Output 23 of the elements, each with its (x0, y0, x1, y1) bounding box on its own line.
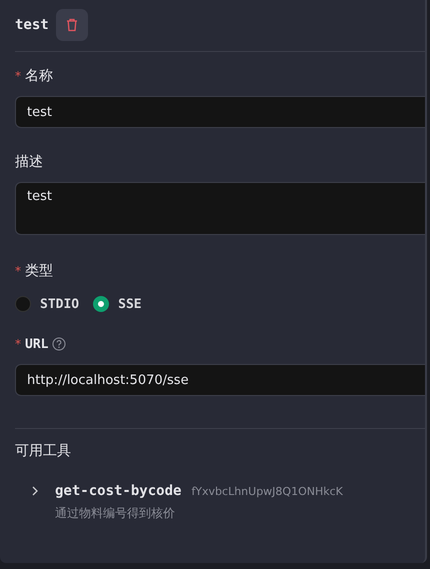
field-label: URL (25, 336, 48, 352)
required-mark: * (15, 69, 21, 83)
radio-button[interactable] (15, 296, 31, 312)
radio-label[interactable]: SSE (118, 296, 142, 312)
description-field[interactable]: test (15, 182, 425, 235)
radio-button[interactable] (93, 296, 110, 312)
radio-label[interactable]: STDIO (40, 296, 80, 312)
chevron-icon (31, 486, 39, 496)
delete-button[interactable] (56, 9, 88, 41)
section-title: 可用工具 (15, 442, 71, 460)
field-label: 类型 (25, 262, 53, 280)
required-mark: * (15, 337, 21, 351)
field-label: 名称 (25, 67, 53, 85)
help-icon[interactable] (52, 337, 66, 351)
required-mark: * (15, 264, 21, 278)
tool-name: get-cost-bycode (55, 483, 182, 499)
tool-id: fYxvbcLhnUpwJ8Q1ONHkcK (191, 484, 343, 498)
trash-icon (66, 18, 78, 32)
server-title: test (15, 17, 49, 33)
field-label: 描述 (15, 153, 43, 171)
text-field[interactable]: test (15, 96, 425, 128)
text-field[interactable]: http://localhost:5070/sse (15, 364, 425, 396)
tool-description: 通过物料编号得到核价 (54, 505, 176, 522)
